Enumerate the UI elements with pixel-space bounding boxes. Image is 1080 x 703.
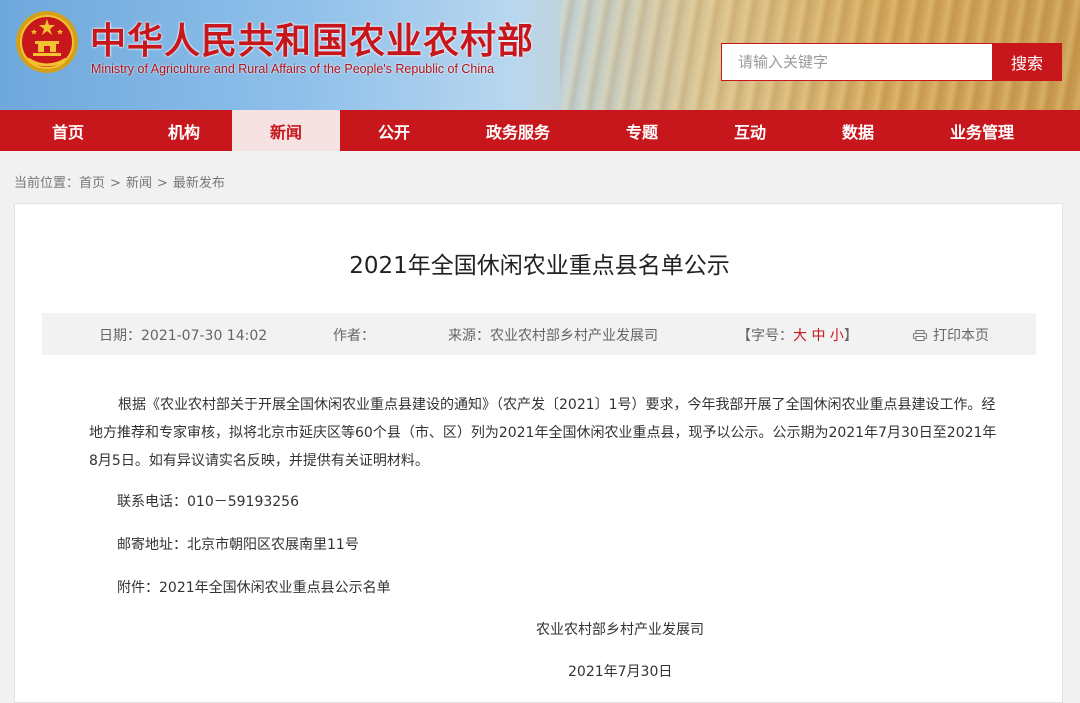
- mailing-address: 邮寄地址：北京市朝阳区农展南里11号: [117, 537, 359, 553]
- font-size-large-button[interactable]: 大: [793, 328, 807, 344]
- search-button[interactable]: 搜索: [992, 43, 1062, 81]
- font-size-suffix: 】: [843, 328, 858, 344]
- breadcrumb-link-news[interactable]: 新闻: [126, 176, 152, 191]
- search-box: [721, 43, 993, 81]
- font-size-small-button[interactable]: 小: [830, 328, 844, 344]
- breadcrumb-link-home[interactable]: 首页: [79, 176, 105, 191]
- site-header: 中华人民共和国农业农村部 Ministry of Agriculture and…: [0, 0, 1080, 110]
- breadcrumb-separator: >: [110, 176, 121, 191]
- article-title: 2021年全国休闲农业重点县名单公示: [349, 253, 730, 279]
- printer-icon: [913, 330, 927, 341]
- site-title[interactable]: 中华人民共和国农业农村部: [90, 12, 534, 64]
- nav-item-interaction[interactable]: 互动: [696, 110, 804, 151]
- article-source: 来源：农业农村部乡村产业发展司: [448, 328, 658, 344]
- attachment-link[interactable]: 附件：2021年全国休闲农业重点县公示名单: [117, 577, 391, 597]
- font-size-prefix: 【字号：: [737, 328, 793, 344]
- article-date: 日期：2021-07-30 14:02: [99, 328, 268, 344]
- nav-item-data[interactable]: 数据: [804, 110, 912, 151]
- nav-item-public[interactable]: 公开: [340, 110, 448, 151]
- font-size-control: 【字号：大 中 小】: [737, 325, 858, 345]
- article-author: 作者：: [333, 328, 375, 344]
- national-emblem-icon[interactable]: [14, 9, 80, 75]
- nav-item-business-management[interactable]: 业务管理: [912, 110, 1052, 151]
- article-container: 2021年全国休闲农业重点县名单公示 日期：2021-07-30 14:02 作…: [14, 203, 1063, 703]
- breadcrumb-link-latest[interactable]: 最新发布: [173, 176, 225, 191]
- breadcrumb-separator: >: [156, 176, 168, 191]
- search-input[interactable]: [736, 52, 980, 72]
- article-sign-date: 2021年7月30日: [568, 664, 673, 680]
- contact-phone: 联系电话：010－59193256: [117, 494, 299, 510]
- article-meta-bar: 日期：2021-07-30 14:02 作者： 来源：农业农村部乡村产业发展司 …: [42, 313, 1036, 355]
- nav-item-news[interactable]: 新闻: [232, 110, 340, 151]
- article-signature: 农业农村部乡村产业发展司: [536, 622, 704, 638]
- nav-item-topics[interactable]: 专题: [588, 110, 696, 151]
- main-nav: 首页 机构 新闻 公开 政务服务 专题 互动 数据 业务管理: [0, 110, 1080, 151]
- nav-item-organization[interactable]: 机构: [136, 110, 232, 151]
- breadcrumb-prefix: 当前位置：: [14, 176, 80, 191]
- print-page-button[interactable]: 打印本页: [913, 325, 989, 345]
- nav-item-home[interactable]: 首页: [0, 110, 136, 151]
- site-subtitle: Ministry of Agriculture and Rural Affair…: [91, 62, 495, 76]
- print-page-label: 打印本页: [933, 328, 989, 344]
- font-size-medium-button[interactable]: 中: [811, 328, 825, 344]
- nav-item-government-services[interactable]: 政务服务: [448, 110, 588, 151]
- breadcrumb: 当前位置：首页 > 新闻 > 最新发布: [14, 172, 225, 191]
- article-body-paragraph: 根据《农业农村部关于开展全国休闲农业重点县建设的通知》（农产发〔2021〕1号）…: [89, 397, 997, 469]
